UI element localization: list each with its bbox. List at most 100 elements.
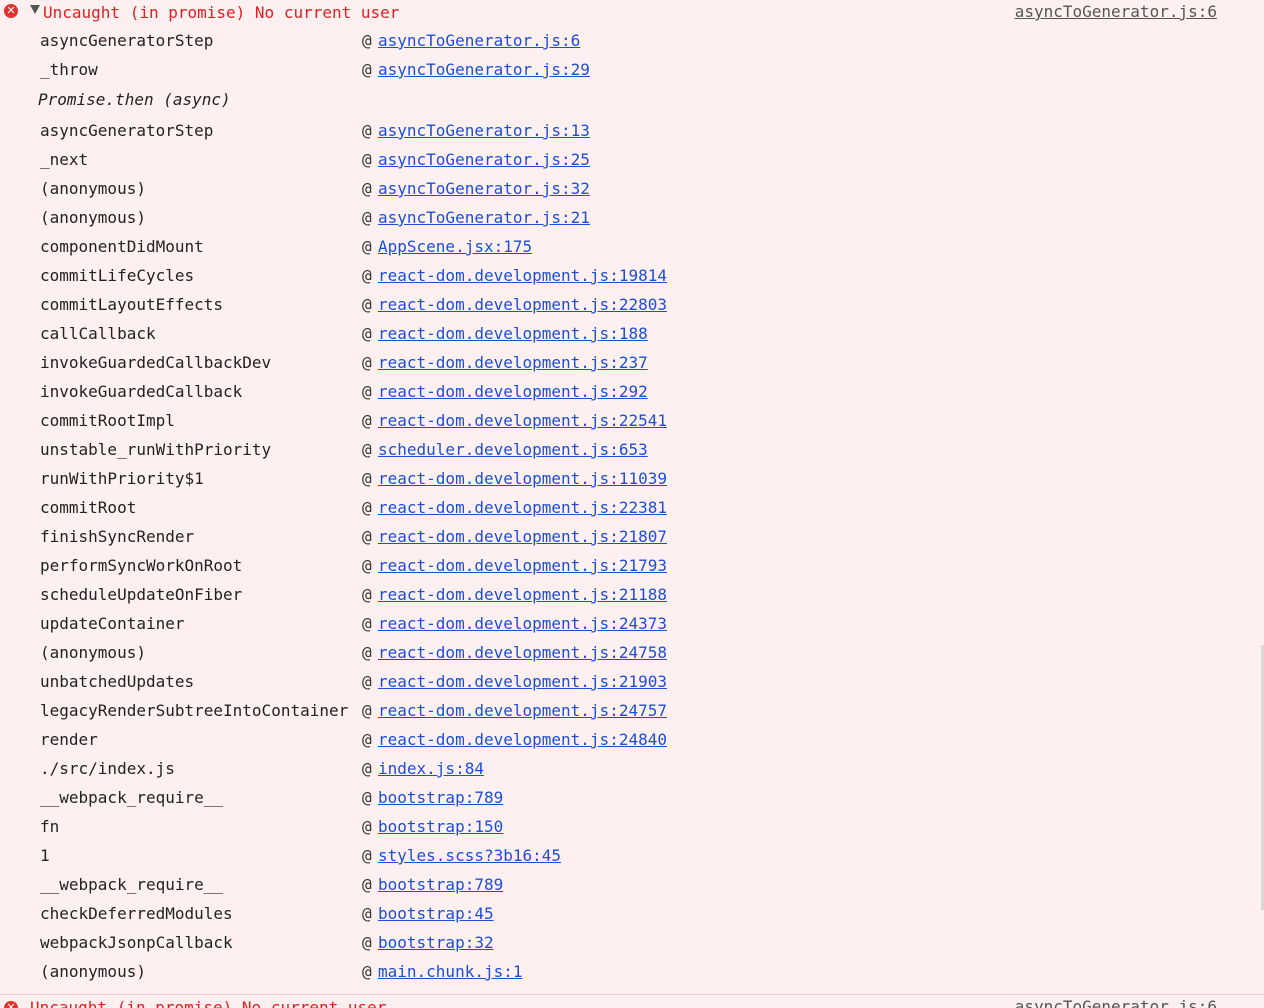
source-location-link[interactable]: asyncToGenerator.js:25 [378,145,590,174]
source-location-link[interactable]: bootstrap:32 [378,928,494,957]
source-location-link[interactable]: index.js:84 [378,754,484,783]
source-location-link[interactable]: asyncToGenerator.js:21 [378,203,590,232]
at-symbol: @ [362,904,372,923]
source-location-link[interactable]: bootstrap:789 [378,783,503,812]
source-location-link[interactable]: react-dom.development.js:237 [378,348,648,377]
stack-trace: asyncGeneratorStep @ asyncToGenerator.js:6… [0,26,1264,986]
next-error-message: Uncaught (in promise) No current user [30,998,387,1008]
function-name: updateContainer [40,614,185,633]
stack-frame: checkDeferredModules @ bootstrap:45 [0,899,1264,928]
at-symbol: @ [362,324,372,343]
error-entry-header[interactable]: ✕ Uncaught (in promise) No current user … [0,0,1264,26]
at-symbol: @ [362,295,372,314]
stack-frame: invokeGuardedCallback @ react-dom.developm… [0,377,1264,406]
function-name: (anonymous) [40,208,146,227]
at-symbol: @ [362,527,372,546]
function-name: scheduleUpdateOnFiber [40,585,243,604]
at-symbol: @ [362,411,372,430]
stack-frame: __webpack_require__ @ bootstrap:789 [0,783,1264,812]
source-location-link[interactable]: react-dom.development.js:21793 [378,551,667,580]
stack-frame: 1 @ styles.scss?3b16:45 [0,841,1264,870]
source-location-link[interactable]: react-dom.development.js:21903 [378,667,667,696]
function-name: ./src/index.js [40,759,175,778]
source-location-link[interactable]: react-dom.development.js:21807 [378,522,667,551]
at-symbol: @ [362,846,372,865]
function-name: callCallback [40,324,156,343]
function-name: __webpack_require__ [40,875,224,894]
source-location-link[interactable]: bootstrap:789 [378,870,503,899]
at-symbol: @ [362,933,372,952]
at-symbol: @ [362,875,372,894]
function-name: __webpack_require__ [40,788,224,807]
stack-frame: webpackJsonpCallback @ bootstrap:32 [0,928,1264,957]
at-symbol: @ [362,60,372,79]
source-location-link[interactable]: main.chunk.js:1 [378,957,523,986]
source-location-link[interactable]: react-dom.development.js:292 [378,377,648,406]
at-symbol: @ [362,179,372,198]
stack-frame: _throw @ asyncToGenerator.js:29 [0,55,1264,84]
stack-frame: _next @ asyncToGenerator.js:25 [0,145,1264,174]
function-name: unstable_runWithPriority [40,440,272,459]
at-symbol: @ [362,150,372,169]
stack-frame: (anonymous) @ asyncToGenerator.js:21 [0,203,1264,232]
stack-frame: scheduleUpdateOnFiber @ react-dom.developm… [0,580,1264,609]
source-location-link[interactable]: react-dom.development.js:19814 [378,261,667,290]
stack-frame: updateContainer @ react-dom.development.js… [0,609,1264,638]
stack-frame: asyncGeneratorStep @ asyncToGenerator.js:1… [0,116,1264,145]
at-symbol: @ [362,556,372,575]
source-location-link[interactable]: react-dom.development.js:188 [378,319,648,348]
function-name: unbatchedUpdates [40,672,195,691]
stack-frame: commitRoot @ react-dom.development.js:2238… [0,493,1264,522]
function-name: _next [40,150,89,169]
at-symbol: @ [362,701,372,720]
function-name: Promise.then (async) [38,90,231,109]
at-symbol: @ [362,585,372,604]
function-name: (anonymous) [40,643,146,662]
function-name: runWithPriority$1 [40,469,204,488]
next-error-source-link[interactable]: asyncToGenerator.js:6 [1015,996,1217,1008]
source-location-link[interactable]: bootstrap:45 [378,899,494,928]
stack-frame: commitRootImpl @ react-dom.development.js:… [0,406,1264,435]
at-symbol: @ [362,266,372,285]
source-location-link[interactable]: asyncToGenerator.js:13 [378,116,590,145]
source-location-link[interactable]: react-dom.development.js:22381 [378,493,667,522]
at-symbol: @ [362,440,372,459]
error-circle-icon: ✕ [4,1001,18,1008]
at-symbol: @ [362,962,372,981]
source-location-link[interactable]: react-dom.development.js:24373 [378,609,667,638]
at-symbol: @ [362,208,372,227]
source-location-link[interactable]: react-dom.development.js:22803 [378,290,667,319]
at-symbol: @ [362,31,372,50]
at-symbol: @ [362,121,372,140]
source-location-link[interactable]: AppScene.jsx:175 [378,232,532,261]
async-separator: Promise.then (async) [0,84,1264,116]
at-symbol: @ [362,498,372,517]
source-location-link[interactable]: react-dom.development.js:22541 [378,406,667,435]
error-source-link[interactable]: asyncToGenerator.js:6 [1015,1,1217,23]
source-location-link[interactable]: react-dom.development.js:11039 [378,464,667,493]
source-location-link[interactable]: react-dom.development.js:24758 [378,638,667,667]
function-name: fn [40,817,60,836]
function-name: componentDidMount [40,237,204,256]
stack-frame: render @ react-dom.development.js:24840 [0,725,1264,754]
source-location-link[interactable]: styles.scss?3b16:45 [378,841,561,870]
source-location-link[interactable]: asyncToGenerator.js:6 [378,26,580,55]
source-location-link[interactable]: scheduler.development.js:653 [378,435,648,464]
at-symbol: @ [362,788,372,807]
function-name: (anonymous) [40,962,146,981]
source-location-link[interactable]: asyncToGenerator.js:29 [378,55,590,84]
source-location-link[interactable]: react-dom.development.js:24757 [378,696,667,725]
at-symbol: @ [362,469,372,488]
source-location-link[interactable]: asyncToGenerator.js:32 [378,174,590,203]
function-name: render [40,730,98,749]
next-error-entry[interactable]: ✕ Uncaught (in promise) No current user … [0,994,1264,1008]
source-location-link[interactable]: react-dom.development.js:24840 [378,725,667,754]
stack-frame: commitLifeCycles @ react-dom.development.j… [0,261,1264,290]
stack-frame: callCallback @ react-dom.development.js:18… [0,319,1264,348]
function-name: asyncGeneratorStep [40,121,214,140]
source-location-link[interactable]: bootstrap:150 [378,812,503,841]
at-symbol: @ [362,382,372,401]
source-location-link[interactable]: react-dom.development.js:21188 [378,580,667,609]
triangle-down-icon[interactable] [30,5,40,14]
function-name: invokeGuardedCallback [40,382,243,401]
